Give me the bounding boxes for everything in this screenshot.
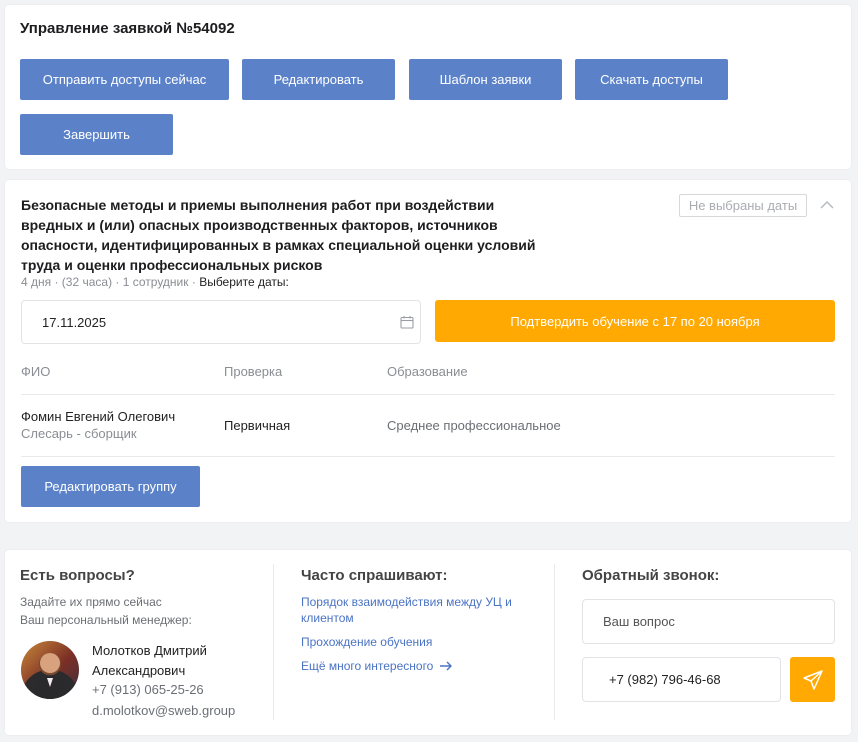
questions-title: Есть вопросы? <box>20 567 135 584</box>
download-access-button[interactable]: Скачать доступы <box>575 59 728 100</box>
employee-check: Первичная <box>224 418 291 433</box>
page-title: Управление заявкой №54092 <box>20 20 235 37</box>
faq-link-line: Порядок взаимодействия между УЦ и <box>301 595 512 609</box>
avatar <box>21 641 79 699</box>
column-divider <box>554 564 555 720</box>
course-title-line: Безопасные методы и приемы выполнения ра… <box>21 197 495 213</box>
calendar-icon[interactable] <box>400 315 414 332</box>
dates-status-badge: Не выбраны даты <box>679 194 807 217</box>
column-header-name: ФИО <box>21 364 51 379</box>
faq-link-training[interactable]: Прохождение обучения <box>301 635 432 649</box>
question-input[interactable]: Ваш вопрос <box>582 599 835 644</box>
course-meta-choose: Выберите даты: <box>199 275 289 289</box>
course-title-line: вредных и (или) опасных производственных… <box>21 217 498 233</box>
table-divider <box>21 456 835 457</box>
course-title: Безопасные методы и приемы выполнения ра… <box>21 195 581 275</box>
finish-button[interactable]: Завершить <box>20 114 173 155</box>
arrow-right-icon <box>439 661 453 671</box>
employee-education: Среднее профессиональное <box>387 418 561 433</box>
phone-input-value: +7 (982) 796-46-68 <box>609 672 721 687</box>
date-input-value: 17.11.2025 <box>42 315 107 330</box>
course-meta: 4 дня · (32 часа) · 1 сотрудник · Выбери… <box>21 275 289 289</box>
question-input-placeholder: Ваш вопрос <box>603 614 675 629</box>
edit-button[interactable]: Редактировать <box>242 59 395 100</box>
manager-name-line: Молотков Дмитрий <box>92 643 207 658</box>
collapse-chevron-icon[interactable] <box>818 198 836 212</box>
employee-position: Слесарь - сборщик <box>21 426 137 441</box>
manager-label: Ваш персональный менеджер: <box>20 613 192 627</box>
table-row: Фомин Евгений Олегович Слесарь - сборщик… <box>21 395 835 456</box>
send-access-button[interactable]: Отправить доступы сейчас <box>20 59 229 100</box>
questions-subtitle: Задайте их прямо сейчас <box>20 595 162 609</box>
paper-plane-icon <box>802 669 824 691</box>
faq-link-more[interactable]: Ещё много интересного <box>301 659 453 673</box>
phone-input[interactable]: +7 (982) 796-46-68 <box>582 657 781 702</box>
manager-name-line: Александрович <box>92 663 186 678</box>
faq-link-more-label: Ещё много интересного <box>301 659 434 673</box>
column-header-check: Проверка <box>224 364 283 379</box>
template-button[interactable]: Шаблон заявки <box>409 59 562 100</box>
request-panel: Управление заявкой №54092 Отправить дост… <box>5 5 851 169</box>
manager-phone[interactable]: +7 (913) 065-25-26 <box>92 682 204 697</box>
send-button[interactable] <box>790 657 835 702</box>
employee-name: Фомин Евгений Олегович <box>21 409 176 424</box>
faq-link-interaction[interactable]: Порядок взаимодействия между УЦ и клиент… <box>301 594 512 626</box>
column-header-education: Образование <box>387 364 468 379</box>
edit-group-button[interactable]: Редактировать группу <box>21 466 200 507</box>
faq-title: Часто спрашивают: <box>301 567 448 584</box>
course-meta-info: 4 дня · (32 часа) · 1 сотрудник · <box>21 275 196 289</box>
course-title-line: труда и оценки профессиональных рисков <box>21 257 323 273</box>
course-title-line: опасности, идентифицированных в рамках с… <box>21 237 536 253</box>
date-input[interactable]: 17.11.2025 <box>21 300 421 344</box>
column-divider <box>273 564 274 720</box>
manager-email[interactable]: d.molotkov@sweb.group <box>92 703 235 718</box>
callback-title: Обратный звонок: <box>582 567 720 584</box>
course-panel: Безопасные методы и приемы выполнения ра… <box>5 180 851 522</box>
confirm-training-button[interactable]: Подтвердить обучение с 17 по 20 ноября <box>435 300 835 342</box>
manager-name: Молотков Дмитрий Александрович <box>92 641 207 681</box>
footer-panel: Есть вопросы? Задайте их прямо сейчас Ва… <box>5 550 851 735</box>
faq-link-line: клиентом <box>301 611 354 625</box>
